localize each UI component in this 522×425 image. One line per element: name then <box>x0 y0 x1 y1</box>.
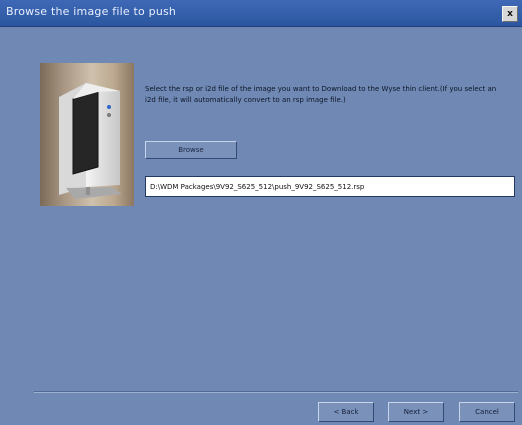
file-path-input[interactable] <box>145 176 515 197</box>
instructions-text: Select the rsp or i2d file of the image … <box>145 85 497 104</box>
thin-client-device-image <box>40 63 134 206</box>
cancel-button[interactable]: Cancel <box>459 402 515 422</box>
close-icon[interactable]: x <box>502 6 518 22</box>
footer-divider <box>34 391 518 393</box>
next-button[interactable]: Next > <box>388 402 444 422</box>
window-title: Browse the image file to push <box>6 5 177 18</box>
title-bar: Browse the image file to push x <box>0 0 522 27</box>
browse-button[interactable]: Browse <box>145 141 237 159</box>
wizard-window: Browse the image file to push x Select t… <box>0 0 522 425</box>
thin-client-device-icon <box>59 83 122 199</box>
back-button[interactable]: < Back <box>318 402 374 422</box>
